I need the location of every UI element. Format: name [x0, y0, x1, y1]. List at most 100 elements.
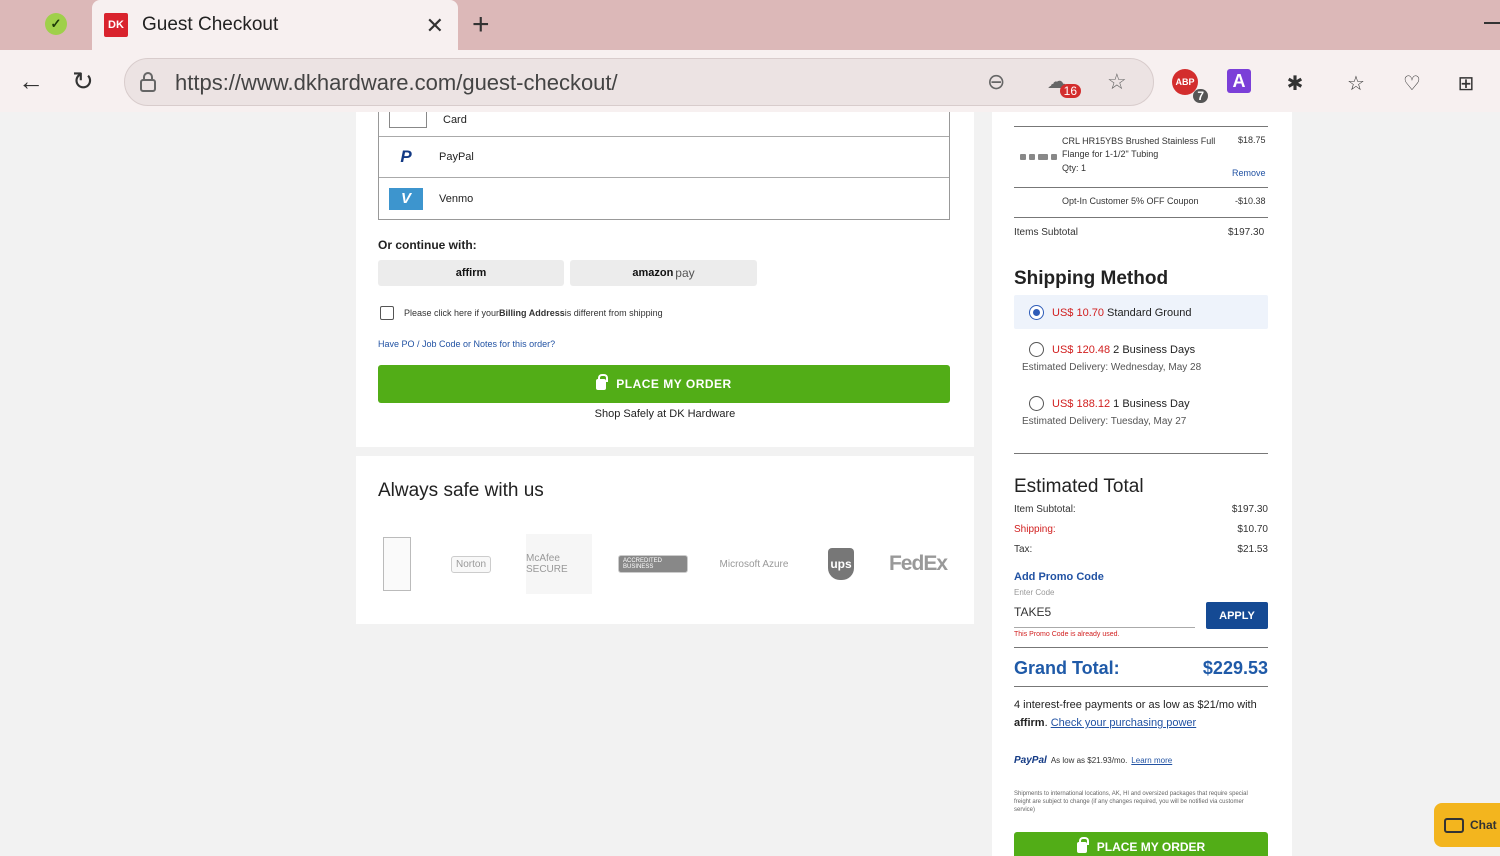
shop-safely-text: Shop Safely at DK Hardware [594, 408, 736, 420]
adblock-label: ABP [1175, 77, 1195, 87]
tax-value: $21.53 [1237, 544, 1268, 555]
promo-code-input[interactable]: TAKE5 [1014, 602, 1195, 628]
billing-text-end: is different from shipping [564, 308, 663, 318]
browser-toolbar: ← ↻ https://www.dkhardware.com/guest-che… [0, 50, 1500, 112]
billing-address-toggle[interactable]: Please click here if your Billing Addres… [380, 306, 663, 320]
payment-options: Card P PayPal V Venmo [378, 112, 950, 220]
coupon-value: -$10.38 [1235, 196, 1266, 206]
extensions-puzzle-icon[interactable]: ✱ [1281, 69, 1309, 97]
favorite-star-icon[interactable]: ☆ [1107, 69, 1127, 95]
paypal-learn-more-link[interactable]: Learn more [1131, 756, 1172, 765]
apply-button[interactable]: APPLY [1206, 602, 1268, 629]
summary-row: Shipping: $10.70 [1014, 524, 1268, 535]
place-order-label: PLACE MY ORDER [1096, 840, 1206, 854]
bbb-text: ACCREDITED BUSINESS [618, 555, 688, 573]
azure-text: Microsoft Azure [719, 558, 789, 570]
billing-text-bold: Billing Address [499, 308, 565, 318]
shipping-option-text: US$ 188.12 1 Business Day [1052, 398, 1190, 410]
adblock-badge: 7 [1193, 89, 1208, 103]
a-extension-icon[interactable]: A [1227, 69, 1251, 93]
place-order-button-summary[interactable]: PLACE MY ORDER [1014, 832, 1268, 856]
mcafee-logo: McAfee SECURE [526, 534, 592, 594]
adblock-icon[interactable]: ABP 7 [1172, 69, 1208, 103]
grand-total: Grand Total: $229.53 [1014, 658, 1268, 679]
payment-option-paypal[interactable]: P PayPal [379, 137, 949, 178]
tax-label: Tax: [1014, 544, 1033, 555]
shipping-name: Standard Ground [1107, 307, 1192, 319]
shipping-name: 1 Business Day [1113, 398, 1190, 410]
billing-checkbox[interactable] [380, 306, 394, 320]
card-icon [389, 112, 427, 128]
shipping-price: US$ 10.70 [1052, 307, 1104, 319]
coupon-label: Opt-In Customer 5% OFF Coupon [1062, 196, 1199, 206]
tab-guest-checkout[interactable]: DK Guest Checkout ✕ [92, 0, 458, 50]
shipping-method-title: Shipping Method [1014, 268, 1169, 289]
summary-row: Tax: $21.53 [1014, 544, 1268, 555]
url-text[interactable]: https://www.dkhardware.com/guest-checkou… [175, 70, 618, 96]
new-tab-icon[interactable]: + [472, 8, 490, 42]
collections-icon[interactable]: ⊞ [1452, 69, 1480, 97]
health-icon[interactable]: ♡ [1398, 69, 1426, 97]
affirm-button[interactable]: affirm [378, 260, 564, 286]
pinned-tab[interactable]: ✓ [36, 8, 76, 40]
items-subtotal-value: $197.30 [1228, 227, 1265, 238]
affirm-text: 4 interest-free payments or as low as $2… [1014, 699, 1257, 711]
estimated-total-title: Estimated Total [1014, 476, 1144, 497]
divider [1014, 217, 1268, 218]
items-subtotal-label: Items Subtotal [1014, 227, 1078, 238]
place-order-button[interactable]: PLACE MY ORDER [378, 365, 950, 403]
refresh-icon[interactable]: ↻ [72, 66, 94, 97]
ups-logo: ups [826, 534, 856, 594]
favorites-icon[interactable]: ☆ [1342, 69, 1370, 97]
affirm-label: affirm [455, 267, 487, 279]
shipping-option-standard[interactable]: US$ 10.70 Standard Ground [1014, 295, 1268, 329]
item-subtotal-value: $197.30 [1231, 504, 1268, 515]
shipping-price: US$ 120.48 [1052, 344, 1111, 356]
product-qty: Qty: 1 [1062, 163, 1087, 173]
item-subtotal-label: Item Subtotal: [1014, 504, 1076, 515]
grand-total-value: $229.53 [1202, 658, 1268, 678]
affirm-financing: 4 interest-free payments or as low as $2… [1014, 699, 1257, 729]
back-arrow-icon[interactable]: ← [18, 66, 44, 97]
summary-row: Item Subtotal: $197.30 [1014, 504, 1268, 515]
tracker-icon[interactable]: ☁ 16 [1047, 69, 1081, 98]
lock-icon [596, 373, 609, 390]
shipping-option-text: US$ 10.70 Standard Ground [1052, 307, 1191, 319]
payment-option-venmo[interactable]: V Venmo [379, 178, 949, 219]
product-thumbnail [1020, 150, 1058, 164]
fedex-logo: FedEx [886, 534, 950, 594]
shipping-radio[interactable] [1029, 396, 1044, 411]
divider [1014, 126, 1268, 127]
remove-link[interactable]: Remove [1232, 168, 1266, 178]
chat-button[interactable]: Chat [1434, 803, 1500, 847]
fedex-text: FedEx [888, 552, 948, 575]
microsoft-azure-logo: Microsoft Azure [712, 534, 796, 594]
amazon-label: amazon [632, 267, 674, 279]
pinned-tab-icon: ✓ [45, 13, 67, 35]
shipping-option-2day[interactable]: US$ 120.48 2 Business Days Estimated Del… [1014, 334, 1268, 378]
payment-option-label: Venmo [439, 192, 474, 205]
minimize-icon[interactable] [1484, 22, 1500, 24]
shipping-radio[interactable] [1029, 342, 1044, 357]
venmo-icon: V [389, 187, 423, 210]
shipping-note: Shipments to international locations, AK… [1014, 791, 1248, 813]
chat-label: Chat [1470, 818, 1497, 832]
amazon-pay-button[interactable]: amazon pay [570, 260, 757, 286]
add-promo-code-link[interactable]: Add Promo Code [1014, 571, 1104, 583]
promo-error: This Promo Code is already used. [1014, 631, 1120, 638]
shipping-option-1day[interactable]: US$ 188.12 1 Business Day Estimated Deli… [1014, 388, 1268, 432]
zoom-out-icon[interactable]: ⊖ [987, 69, 1005, 95]
shipping-radio[interactable] [1029, 305, 1044, 320]
lock-icon [1076, 836, 1089, 853]
divider [1014, 647, 1268, 648]
affirm-check-link[interactable]: Check your purchasing power [1051, 717, 1197, 729]
bbb-logo: ACCREDITED BUSINESS [618, 534, 688, 594]
lock-icon[interactable] [139, 72, 157, 92]
shipping-option-text: US$ 120.48 2 Business Days [1052, 344, 1195, 356]
address-bar[interactable]: https://www.dkhardware.com/guest-checkou… [124, 58, 1154, 106]
paypal-icon: P [400, 147, 412, 166]
tab-title: Guest Checkout [142, 14, 279, 35]
po-notes-link[interactable]: Have PO / Job Code or Notes for this ord… [378, 339, 555, 349]
close-tab-icon[interactable]: ✕ [426, 13, 444, 39]
payment-option-card[interactable]: Card [379, 104, 949, 137]
